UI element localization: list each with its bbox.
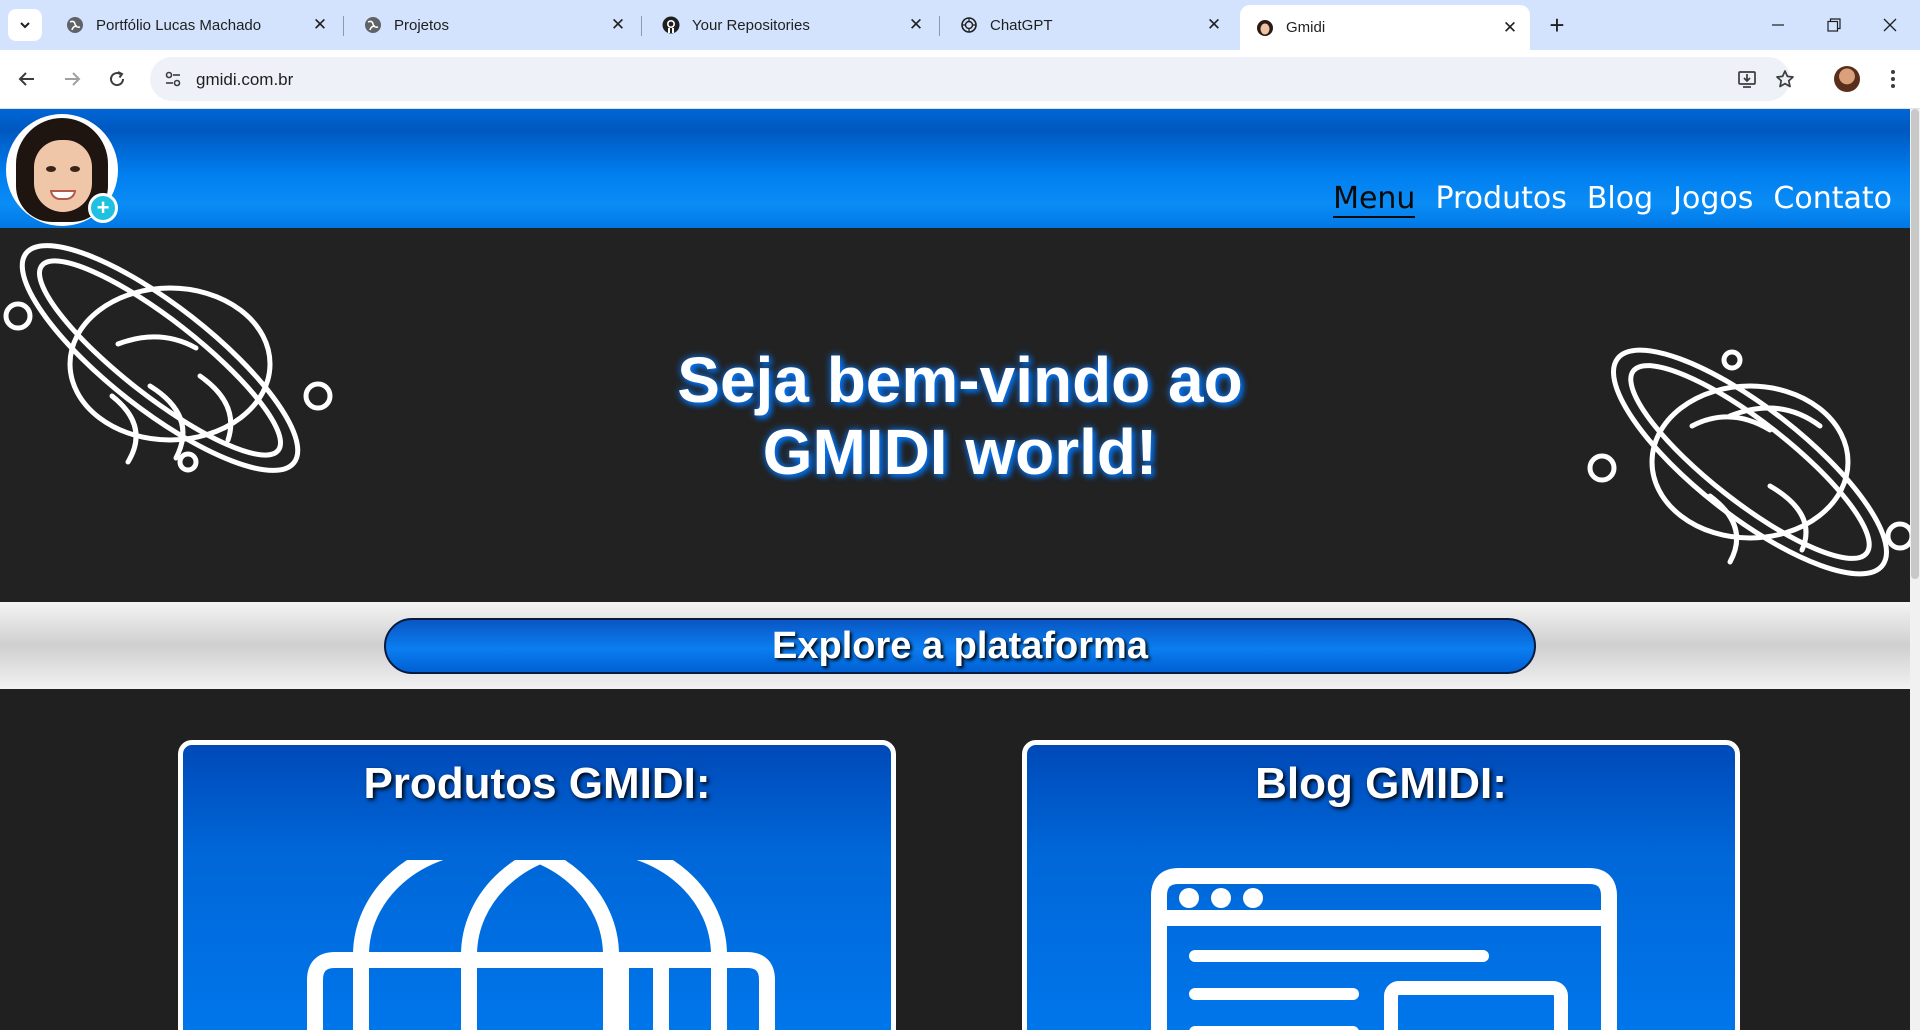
hero-title: Seja bem-vindo ao GMIDI world! — [560, 344, 1360, 488]
browser-menu-button[interactable] — [1876, 62, 1910, 96]
explore-platform-button[interactable]: Explore a plataforma — [384, 618, 1536, 674]
profile-avatar[interactable] — [1834, 66, 1860, 92]
install-app-button[interactable] — [1730, 62, 1764, 96]
forward-button[interactable] — [55, 62, 89, 96]
tab-search-button[interactable] — [8, 9, 42, 41]
browser-toolbar: gmidi.com.br — [0, 50, 1920, 109]
avatar-eye — [46, 166, 56, 172]
reload-icon — [110, 71, 125, 87]
chatgpt-icon — [961, 17, 977, 33]
nav-link-produtos[interactable]: Produtos — [1435, 181, 1566, 218]
card-blog[interactable]: Blog GMIDI: — [1022, 740, 1740, 1030]
install-app-icon — [1738, 71, 1756, 88]
new-tab-button[interactable]: + — [1542, 10, 1572, 40]
avatar-favicon-icon — [1257, 19, 1273, 36]
kebab-menu-icon — [1891, 70, 1895, 88]
planet-right-icon — [1587, 347, 1910, 577]
tab-title: Projetos — [394, 16, 450, 34]
back-button[interactable] — [10, 62, 44, 96]
tab-title: Gmidi — [1286, 19, 1326, 36]
main-nav: Menu Produtos Blog Jogos Contato — [1333, 181, 1892, 218]
globe-icon — [67, 17, 83, 33]
planet-left-icon — [3, 243, 333, 473]
close-window-button[interactable] — [1862, 0, 1918, 50]
close-tab-icon[interactable]: ✕ — [904, 13, 928, 37]
tab-title: Portfólio Lucas Machado — [96, 16, 262, 34]
restore-button[interactable] — [1806, 0, 1862, 50]
web-page: + Menu Produtos Blog Jogos Contato Seja … — [0, 109, 1920, 1030]
address-bar[interactable]: gmidi.com.br — [150, 57, 1790, 101]
tab-separator — [641, 16, 642, 36]
tab-gmidi[interactable]: Gmidi ✕ — [1240, 5, 1530, 50]
site-header: + Menu Produtos Blog Jogos Contato — [0, 109, 1920, 228]
plus-badge-icon[interactable]: + — [88, 193, 118, 223]
tab-portfolio[interactable]: Portfólio Lucas Machado ✕ — [50, 6, 340, 44]
tab-strip: Portfólio Lucas Machado ✕ Projetos ✕ You… — [0, 0, 1920, 50]
card-title: Blog GMIDI: — [1255, 759, 1507, 808]
avatar-eye — [70, 166, 80, 172]
chevron-down-icon — [20, 22, 30, 29]
tab-title: Your Repositories — [692, 16, 810, 34]
tab-chatgpt[interactable]: ChatGPT ✕ — [944, 6, 1234, 44]
cards-section: Produtos GMIDI: Blog GMIDI: — [0, 689, 1920, 1030]
tab-projetos[interactable]: Projetos ✕ — [348, 6, 638, 44]
close-tab-icon[interactable]: ✕ — [1202, 13, 1226, 37]
blog-window-icon — [1151, 868, 1617, 1030]
explore-band: Explore a plataforma — [0, 602, 1920, 689]
tab-your-repositories[interactable]: Your Repositories ✕ — [646, 6, 936, 44]
tab-separator — [939, 16, 940, 36]
hero-section: Seja bem-vindo ao GMIDI world! — [0, 228, 1920, 602]
url-text[interactable]: gmidi.com.br — [196, 70, 293, 90]
shop-icon — [307, 860, 775, 1030]
bookmark-star-button[interactable] — [1768, 62, 1802, 96]
close-icon — [1883, 18, 1897, 32]
nav-link-contato[interactable]: Contato — [1773, 181, 1892, 218]
restore-icon — [1827, 18, 1841, 32]
card-title: Produtos GMIDI: — [363, 759, 711, 808]
minimize-button[interactable] — [1750, 0, 1806, 50]
page-scrollbar-thumb[interactable] — [1911, 109, 1919, 579]
nav-link-blog[interactable]: Blog — [1587, 181, 1653, 218]
site-settings-icon[interactable] — [164, 70, 182, 88]
reload-button[interactable] — [100, 62, 134, 96]
nav-link-jogos[interactable]: Jogos — [1673, 181, 1753, 218]
nav-link-menu[interactable]: Menu — [1333, 181, 1416, 218]
forward-arrow-icon — [65, 72, 81, 86]
globe-icon — [365, 17, 381, 33]
close-tab-icon[interactable]: ✕ — [308, 13, 332, 37]
close-tab-icon[interactable]: ✕ — [1498, 16, 1522, 40]
github-icon — [662, 16, 680, 34]
back-arrow-icon — [18, 72, 34, 86]
tab-title: ChatGPT — [990, 16, 1053, 34]
hero-title-line1: Seja bem-vindo ao — [677, 344, 1243, 416]
tab-separator — [343, 16, 344, 36]
close-tab-icon[interactable]: ✕ — [606, 13, 630, 37]
hero-title-line2: GMIDI world! — [762, 416, 1158, 488]
avatar-face — [34, 140, 92, 212]
card-produtos[interactable]: Produtos GMIDI: — [178, 740, 896, 1030]
star-icon — [1776, 70, 1794, 88]
minimize-icon — [1772, 24, 1784, 26]
